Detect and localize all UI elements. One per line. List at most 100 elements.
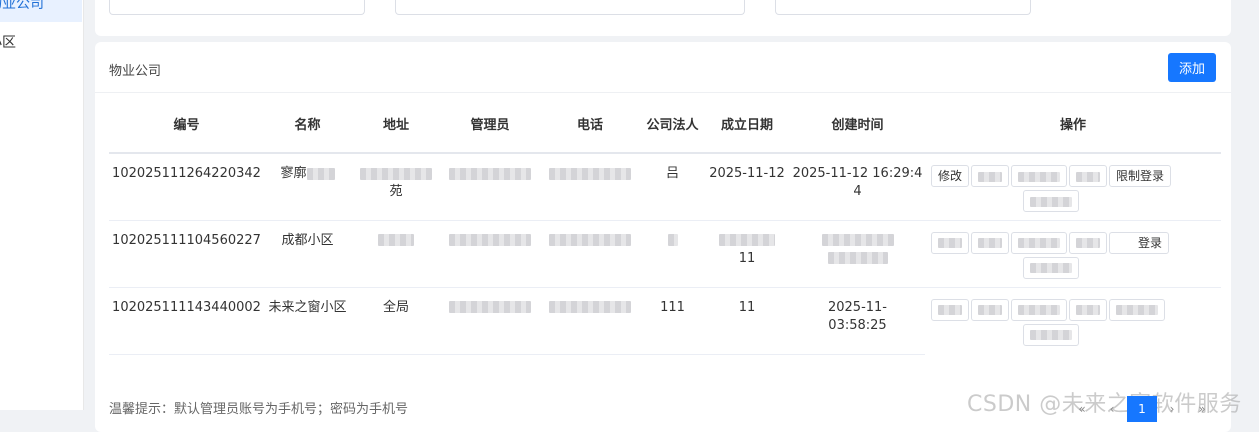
cell-address-text: 苑 [389, 184, 403, 199]
redacted-block [1076, 238, 1100, 248]
redacted-block [719, 234, 775, 246]
cell-address: 全局 [351, 287, 441, 355]
property-company-panel: 物业公司 添加 编号 名称 地址 管理员 电话 公司法人 成立日期 创建时间 操… [95, 42, 1231, 432]
redacted-block [1018, 171, 1061, 182]
cell-address [351, 220, 441, 288]
search-input-2[interactable] [395, 0, 745, 15]
cell-name: 未来之窗小区 [264, 287, 351, 355]
cell-founded-date: 2025-11-12 [704, 153, 790, 221]
cell-actions [925, 287, 1221, 354]
redacted-block [1018, 238, 1060, 248]
action-button-redacted[interactable] [1011, 231, 1067, 254]
action-button-redacted[interactable] [1109, 298, 1165, 321]
action-button-redacted[interactable] [1023, 256, 1079, 279]
redacted-block [306, 167, 335, 180]
search-input-1[interactable] [109, 0, 365, 15]
action-button-redacted[interactable] [1023, 190, 1079, 212]
table-row: 102025111104560227 成都小区 11 登录 [109, 220, 1221, 288]
redacted-block [360, 167, 432, 180]
redacted-block [978, 305, 1002, 315]
prev-page-button[interactable]: ‹ [1097, 396, 1127, 422]
column-header-legal-person: 公司法人 [641, 98, 704, 154]
edit-button[interactable]: 修改 [931, 165, 970, 187]
action-button-redacted[interactable] [931, 298, 969, 321]
action-button-redacted[interactable] [931, 231, 969, 254]
cell-id: 102025111104560227 [109, 220, 264, 288]
cell-name: 成都小区 [264, 220, 351, 288]
column-header-phone: 电话 [539, 98, 641, 154]
cell-created-time: 2025-11-12 16:29:44 [790, 153, 925, 221]
company-table: 编号 名称 地址 管理员 电话 公司法人 成立日期 创建时间 操作 102025… [109, 98, 1221, 355]
column-header-actions: 操作 [925, 98, 1221, 154]
cell-id: 102025111264220342 [109, 153, 264, 221]
page-number-current[interactable]: 1 [1127, 396, 1157, 422]
column-header-admin: 管理员 [441, 98, 539, 154]
divider [95, 92, 1231, 93]
redacted-block [1018, 305, 1060, 315]
column-header-created-time: 创建时间 [790, 98, 925, 154]
next-page-button[interactable]: › [1157, 396, 1187, 422]
action-button-redacted[interactable] [1011, 165, 1068, 187]
redacted-block [549, 167, 631, 180]
cell-founded-date: 11 [704, 287, 790, 355]
cell-phone [539, 220, 641, 288]
column-header-name: 名称 [264, 98, 351, 154]
redacted-block [449, 301, 531, 313]
cell-admin [441, 220, 539, 288]
search-input-3[interactable] [775, 0, 1031, 15]
cell-admin [441, 287, 539, 355]
action-button-redacted[interactable] [1023, 323, 1079, 346]
first-page-button[interactable]: « [1067, 396, 1097, 422]
restrict-login-button[interactable]: 登录 [1109, 231, 1169, 254]
redacted-block [449, 167, 531, 180]
cell-legal-person: 111 [641, 287, 704, 355]
redacted-block [978, 171, 1003, 182]
redacted-block [938, 238, 962, 248]
cell-phone [539, 153, 641, 221]
table-header-row: 编号 名称 地址 管理员 电话 公司法人 成立日期 创建时间 操作 [109, 98, 1221, 154]
sidebar: 物业公司 小区 [0, 0, 84, 410]
hint-text: 温馨提示：默认管理员账号为手机号；密码为手机号 [109, 402, 409, 417]
add-button[interactable]: 添加 [1168, 53, 1216, 82]
action-button-redacted[interactable] [971, 165, 1010, 187]
cell-actions: 修改 限制登录 [925, 153, 1221, 221]
cell-founded-text: 11 [738, 250, 756, 266]
cell-legal-person [641, 220, 704, 288]
action-button-redacted[interactable] [1011, 298, 1067, 321]
search-card [95, 0, 1231, 36]
redacted-block [978, 238, 1002, 248]
sidebar-item-community[interactable]: 小区 [0, 33, 16, 53]
sidebar-item-property-company[interactable]: 物业公司 [0, 0, 82, 22]
cell-id: 102025111143440002 [109, 287, 264, 355]
cell-actions: 登录 [925, 220, 1221, 288]
column-header-address: 地址 [351, 98, 441, 154]
cell-legal-person: 吕 [641, 153, 704, 221]
last-page-button[interactable]: » [1187, 396, 1217, 422]
cell-phone [539, 287, 641, 355]
redacted-block [938, 305, 962, 315]
cell-admin [441, 153, 539, 221]
sidebar-item-label: 物业公司 [0, 0, 44, 12]
redacted-block [1076, 305, 1100, 315]
redacted-block [821, 234, 894, 246]
redacted-block [827, 252, 888, 264]
cell-name: 寥廓 [264, 153, 351, 221]
redacted-block [1076, 171, 1101, 182]
restrict-login-button[interactable]: 限制登录 [1109, 165, 1172, 187]
action-button-redacted[interactable] [1069, 298, 1107, 321]
cell-name-text: 寥廓 [280, 166, 307, 181]
redacted-block [1030, 330, 1072, 340]
pagination: «‹ 1 ›» [1067, 396, 1217, 422]
cell-created-time: 2025-11- 03:58:25 [790, 287, 925, 355]
redacted-block [549, 234, 631, 246]
action-button-redacted[interactable] [1069, 231, 1107, 254]
redacted-block [667, 234, 678, 246]
redacted-block [549, 301, 631, 313]
column-header-founded-date: 成立日期 [704, 98, 790, 154]
action-button-redacted[interactable] [971, 231, 1009, 254]
action-button-redacted[interactable] [971, 298, 1009, 321]
sidebar-item-label: 小区 [0, 35, 16, 51]
action-button-redacted[interactable] [1069, 165, 1108, 187]
cell-created-time [790, 220, 925, 288]
redacted-block [1030, 263, 1072, 273]
